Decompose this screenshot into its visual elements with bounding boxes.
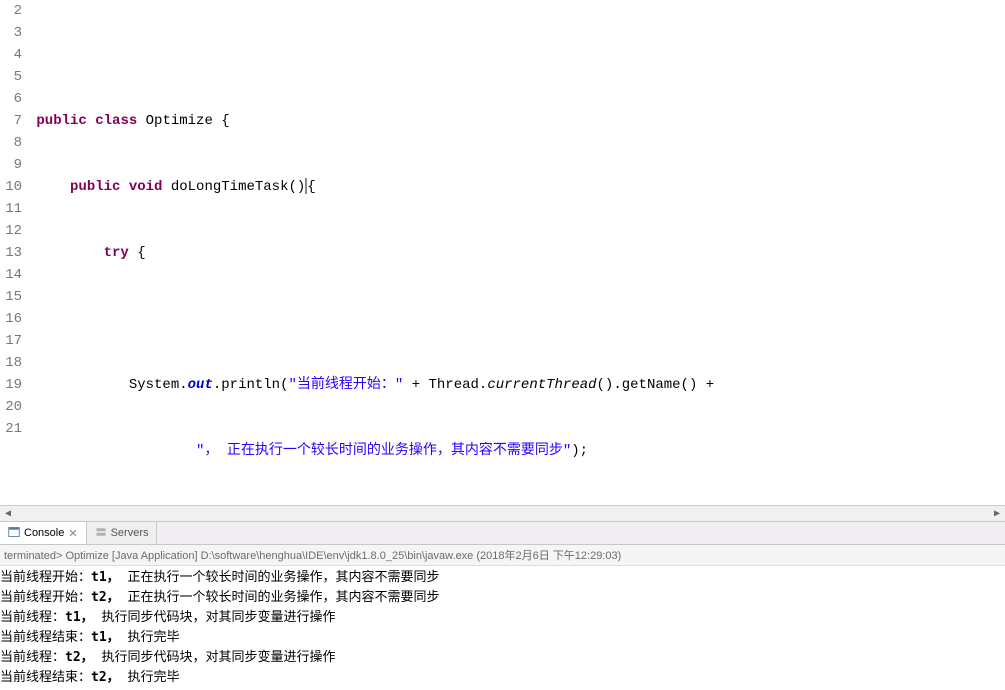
scroll-left-arrow-icon[interactable]: ◀	[0, 506, 16, 522]
console-output[interactable]: 当前线程开始：t1， 正在执行一个较长时间的业务操作，其内容不需要同步 当前线程…	[0, 566, 1005, 690]
servers-icon	[95, 526, 107, 541]
code-area[interactable]: public class Optimize { public void doLo…	[28, 0, 1005, 505]
console-line: 当前线程结束：t2， 执行完毕	[0, 668, 1005, 688]
scroll-right-arrow-icon[interactable]: ▶	[989, 506, 1005, 522]
bottom-panel-tabs: Console ✕ Servers	[0, 521, 1005, 545]
console-status: terminated> Optimize [Java Application] …	[0, 545, 1005, 566]
console-line: 当前线程开始：t2， 正在执行一个较长时间的业务操作，其内容不需要同步	[0, 588, 1005, 608]
horizontal-scrollbar[interactable]: ◀ ▶	[0, 505, 1005, 521]
tab-servers[interactable]: Servers	[87, 522, 158, 544]
tab-console-label: Console	[24, 527, 64, 539]
code-editor[interactable]: 23456789101112131415161718192021 public …	[0, 0, 1005, 505]
console-line: 当前线程结束：t1， 执行完毕	[0, 628, 1005, 648]
console-line: 当前线程开始：t1， 正在执行一个较长时间的业务操作，其内容不需要同步	[0, 568, 1005, 588]
close-icon[interactable]: ✕	[68, 527, 77, 540]
console-icon	[8, 526, 20, 541]
line-gutter: 23456789101112131415161718192021	[0, 0, 28, 505]
tab-servers-label: Servers	[111, 527, 149, 539]
console-line: 当前线程：t2， 执行同步代码块，对其同步变量进行操作	[0, 648, 1005, 668]
console-line: 当前线程：t1， 执行同步代码块，对其同步变量进行操作	[0, 608, 1005, 628]
tab-console[interactable]: Console ✕	[0, 522, 87, 544]
